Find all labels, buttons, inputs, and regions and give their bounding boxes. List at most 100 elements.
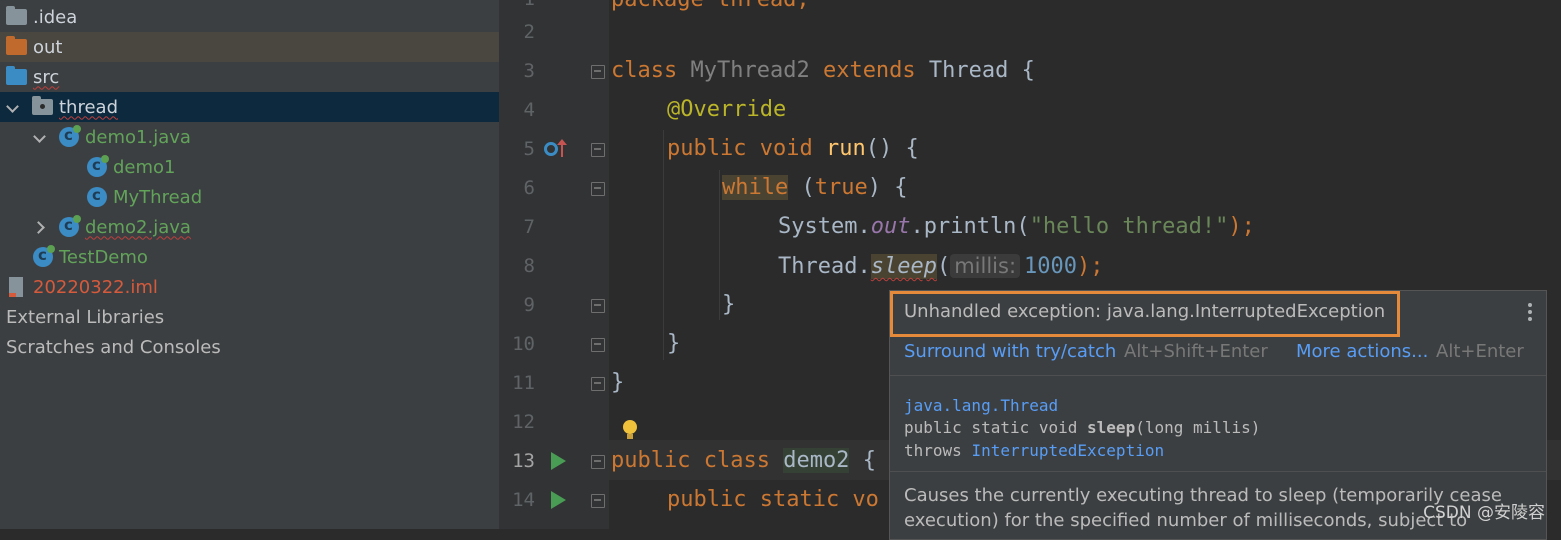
code-token: package thread; (611, 0, 810, 12)
chevron-down-icon[interactable] (6, 100, 20, 114)
run-icon[interactable] (551, 491, 566, 509)
tree-item-demo1[interactable]: demo1 (0, 152, 499, 182)
fold-marker-icon[interactable] (591, 65, 605, 79)
parameter-hint: millis: (950, 254, 1021, 278)
line-number: 3 (523, 60, 535, 82)
doc-description: Causes the currently executing thread to… (904, 485, 1502, 506)
folder-orange-icon (6, 36, 27, 55)
fold-marker-icon[interactable] (591, 377, 605, 391)
tree-item-label: .idea (33, 6, 78, 28)
doc-class[interactable]: java.lang.Thread (904, 396, 1058, 415)
code-number: 1000 (1024, 254, 1077, 279)
lightbulb-icon[interactable] (623, 420, 637, 439)
code-keyword: true (814, 175, 868, 200)
code-token: { (1021, 58, 1035, 83)
line-number: 10 (512, 333, 535, 355)
project-panel: .idea out src thread demo1.java demo1 My… (0, 0, 499, 529)
code-field: out (870, 214, 911, 239)
java-class-icon (59, 125, 81, 147)
tree-item-scratches[interactable]: Scratches and Consoles (0, 332, 499, 362)
code-line-9: } (722, 290, 735, 320)
tree-item-idea[interactable]: .idea (0, 2, 499, 32)
surround-try-catch-link[interactable]: Surround with try/catch (904, 341, 1116, 362)
fold-marker-icon[interactable] (591, 182, 605, 196)
code-line-7: System.out.println("hello thread!"); (778, 212, 1255, 242)
doc-class-link[interactable]: java.lang.Thread (904, 396, 1058, 415)
doc-signature: public static void sleep(long millis) (904, 418, 1260, 437)
doc-exception-link[interactable]: InterruptedException (971, 441, 1164, 460)
code-type: Thread (928, 58, 1009, 83)
code-annotation: @Override (667, 97, 787, 122)
class-name: MyThread2 (690, 58, 810, 83)
code-token: .println( (910, 214, 1030, 239)
code-line-8: Thread.sleep(millis: 1000); (778, 251, 1104, 281)
tree-item-demo2-java[interactable]: demo2.java (0, 212, 499, 242)
tree-item-testdemo[interactable]: TestDemo (0, 242, 499, 272)
code-token: ); (1228, 214, 1255, 239)
chevron-right-icon[interactable] (33, 220, 47, 234)
line-number: 2 (523, 21, 535, 43)
line-number: 7 (523, 216, 535, 238)
code-token: } (611, 370, 625, 395)
code-line-3: class MyThread2 extends Thread { (611, 56, 1035, 86)
code-keyword: while (722, 175, 789, 200)
tree-item-iml[interactable]: 20220322.iml (0, 272, 499, 302)
code-keyword: class (611, 58, 678, 83)
code-line-1: package thread; (611, 0, 810, 15)
java-class-icon (87, 186, 107, 207)
fold-marker-icon[interactable] (591, 338, 605, 352)
tree-item-external-libraries[interactable]: External Libraries (0, 302, 499, 332)
package-icon (32, 96, 53, 115)
line-number: 4 (523, 99, 535, 121)
chevron-down-icon[interactable] (33, 130, 47, 144)
tree-item-out[interactable]: out (0, 32, 499, 62)
code-token: } (667, 331, 681, 356)
code-line-14: public static vo (667, 485, 879, 515)
more-options-icon[interactable] (1528, 303, 1532, 324)
code-token: ); (1077, 254, 1104, 279)
tree-item-src[interactable]: src (0, 62, 499, 92)
divider (890, 471, 1546, 472)
indent-guide (719, 170, 720, 320)
more-actions-link[interactable]: More actions... (1296, 341, 1428, 362)
tree-item-demo1-java[interactable]: demo1.java (0, 122, 499, 152)
code-token: System. (778, 214, 871, 239)
tree-item-thread[interactable]: thread (0, 92, 499, 122)
code-line-5: public void run() { (667, 134, 919, 164)
line-number: 8 (523, 255, 535, 277)
fold-marker-icon[interactable] (591, 455, 605, 469)
tree-item-mythread[interactable]: MyThread (0, 182, 499, 212)
tree-item-label: demo2.java (85, 216, 191, 238)
source-folder-icon (6, 66, 27, 85)
method-name: run (825, 136, 866, 161)
error-method-call[interactable]: sleep (870, 254, 937, 279)
watermark: CSDN @安陵容 (1423, 503, 1545, 523)
code-token: ( (788, 175, 815, 200)
line-number: 13 (512, 450, 535, 472)
fold-marker-icon[interactable] (591, 299, 605, 313)
code-token: ) { (867, 175, 908, 200)
tree-item-label: MyThread (113, 186, 203, 208)
code-line-4: @Override (667, 95, 786, 125)
java-class-icon (87, 155, 109, 177)
override-method-icon[interactable] (544, 142, 558, 156)
tree-item-label: out (33, 36, 63, 58)
code-token: ( (936, 254, 951, 279)
iml-file-icon (9, 277, 23, 297)
line-number: 5 (523, 138, 535, 160)
fold-marker-icon[interactable] (591, 143, 605, 157)
doc-sig-part: (long millis) (1135, 418, 1261, 437)
line-number: 9 (523, 294, 535, 316)
doc-throws: throws InterruptedException (904, 441, 1164, 460)
documentation-section: java.lang.Thread public static void slee… (890, 376, 1546, 471)
line-number: 1 (499, 0, 535, 10)
shortcut-label: Alt+Enter (1436, 341, 1524, 362)
doc-sig-part: public static void (904, 418, 1088, 437)
run-icon[interactable] (551, 452, 566, 470)
tree-item-label: demo1.java (85, 126, 191, 148)
tree-item-label: Scratches and Consoles (6, 336, 221, 358)
code-token: } (722, 292, 736, 317)
line-number: 12 (512, 411, 535, 433)
line-number: 11 (512, 372, 535, 394)
fold-marker-icon[interactable] (591, 494, 605, 508)
